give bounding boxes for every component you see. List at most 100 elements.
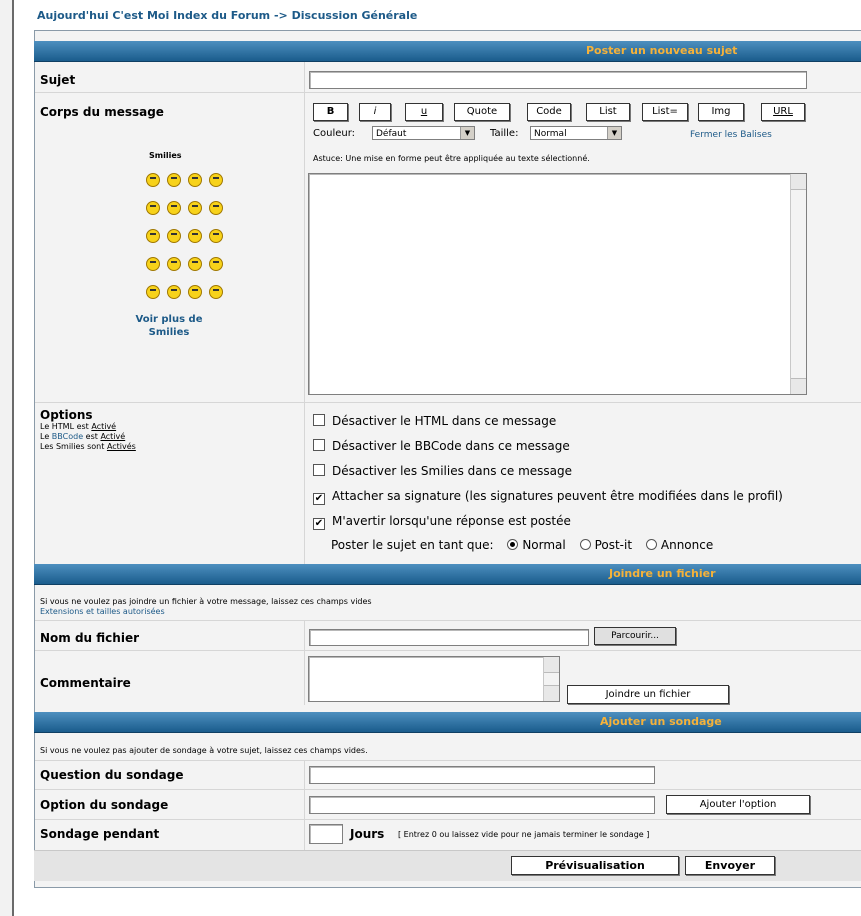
message-textarea[interactable] [308,173,807,395]
filename-label: Nom du fichier [40,631,139,645]
post-section-header: Poster un nouveau sujet [34,41,861,62]
smiley-icon[interactable] [209,173,223,187]
extensions-link[interactable]: Extensions et tailles autorisées [40,607,165,616]
post-type-normal-radio[interactable] [507,539,519,550]
smiley-icon[interactable] [146,229,160,243]
attach-section-title: Joindre un fichier [609,567,716,580]
smiley-icon[interactable] [188,257,202,271]
poll-question-input[interactable] [309,766,655,784]
smiley-icon[interactable] [209,257,223,271]
smiley-icon[interactable] [146,257,160,271]
add-poll-option-button[interactable]: Ajouter l'option [666,795,810,814]
bold-button[interactable]: B [313,103,348,121]
smilies-status: Les Smilies sont Activés [40,442,136,451]
submit-button[interactable]: Envoyer [685,856,775,875]
comment-textarea[interactable] [308,656,560,702]
disable-bbcode-label: Désactiver le BBCode dans ce message [332,439,570,453]
post-type-announce-label: Annonce [660,538,714,552]
disable-html-label: Désactiver le HTML dans ce message [332,414,557,428]
post-type-sticky-radio[interactable] [579,539,591,550]
image-button[interactable]: Img [698,103,744,121]
html-status-text: Le HTML est [40,422,89,431]
post-type-sticky-label: Post-it [594,538,633,552]
filename-input[interactable] [309,629,589,646]
row-divider [35,620,861,621]
breadcrumb-category-link[interactable]: Discussion Générale [292,9,418,22]
disable-html-option[interactable]: Désactiver le HTML dans ce message [313,414,556,428]
disable-smilies-option[interactable]: Désactiver les Smilies dans ce message [313,464,572,478]
disable-html-checkbox[interactable] [313,414,325,426]
smiley-icon[interactable] [188,173,202,187]
browse-button[interactable]: Parcourir... [594,627,676,645]
poll-duration-label: Sondage pendant [40,827,160,841]
attach-section-header: Joindre un fichier [34,564,861,585]
attach-signature-checkbox[interactable]: ✔ [313,493,325,505]
chevron-down-icon: ▼ [607,127,621,139]
subject-input[interactable] [309,71,807,89]
quote-button[interactable]: Quote [454,103,510,121]
smilies-status-link[interactable]: Activés [107,442,136,451]
post-type-label: Poster le sujet en tant que: [331,538,494,552]
smiley-icon[interactable] [167,257,181,271]
smiley-icon[interactable] [167,285,181,299]
smiley-icon[interactable] [167,229,181,243]
bbcode-status-prefix: Le [40,432,50,441]
smiley-icon[interactable] [167,173,181,187]
smiley-icon[interactable] [209,201,223,215]
smiley-icon[interactable] [209,285,223,299]
smiley-icon[interactable] [167,201,181,215]
underline-button[interactable]: u [405,103,443,121]
smiley-icon[interactable] [146,201,160,215]
more-smilies-link-line2[interactable]: Smilies [129,327,209,338]
attach-file-button[interactable]: Joindre un fichier [567,685,729,704]
color-label: Couleur: [313,128,356,139]
code-button[interactable]: Code [527,103,571,121]
smiley-icon[interactable] [146,173,160,187]
column-separator [304,760,305,850]
scroll-down-icon[interactable] [544,685,559,701]
scroll-up-icon[interactable] [791,174,806,190]
preview-button[interactable]: Prévisualisation [511,856,679,875]
poll-option-input[interactable] [309,796,655,814]
bbcode-status-link[interactable]: Activé [100,432,125,441]
smiley-icon[interactable] [188,229,202,243]
size-select[interactable]: Normal ▼ [530,126,622,140]
italic-button[interactable]: i [359,103,391,121]
more-smilies-link-line1[interactable]: Voir plus de [129,314,209,325]
smiley-icon[interactable] [209,229,223,243]
close-tags-link[interactable]: Fermer les Balises [690,130,772,140]
row-divider [35,92,861,93]
row-divider [35,402,861,403]
ordered-list-button[interactable]: List= [642,103,688,121]
bbcode-faq-link[interactable]: BBCode [52,432,83,441]
color-select[interactable]: Défaut ▼ [372,126,475,140]
disable-bbcode-option[interactable]: Désactiver le BBCode dans ce message [313,439,570,453]
scroll-down-icon[interactable] [791,378,806,394]
post-type-announce-radio[interactable] [645,539,657,550]
list-button[interactable]: List [586,103,630,121]
column-separator [304,62,305,567]
size-select-value: Normal [534,129,567,139]
smiley-icon[interactable] [188,285,202,299]
bbcode-status-text: est [85,432,98,441]
poll-note: Si vous ne voulez pas ajouter de sondage… [40,746,368,755]
row-divider [35,819,861,820]
smilies-title: Smilies [149,151,182,160]
poll-section-title: Ajouter un sondage [600,715,722,728]
disable-bbcode-checkbox[interactable] [313,439,325,451]
html-status-link[interactable]: Activé [91,422,116,431]
notify-reply-option[interactable]: ✔ M'avertir lorsqu'une réponse est postée [313,514,571,530]
smiley-icon[interactable] [188,201,202,215]
breadcrumb-forum-index-link[interactable]: Aujourd'hui C'est Moi Index du Forum [37,9,270,22]
left-border [0,0,14,916]
notify-reply-checkbox[interactable]: ✔ [313,518,325,530]
disable-smilies-checkbox[interactable] [313,464,325,476]
url-button[interactable]: URL [761,103,805,121]
comment-scrollbar[interactable] [543,657,559,701]
scroll-up-icon[interactable] [544,657,559,673]
smiley-icon[interactable] [146,285,160,299]
days-label: Jours [350,827,385,841]
textarea-scrollbar[interactable] [790,174,806,394]
attach-signature-option[interactable]: ✔ Attacher sa signature (les signatures p… [313,489,783,505]
poll-duration-input[interactable] [309,824,343,844]
